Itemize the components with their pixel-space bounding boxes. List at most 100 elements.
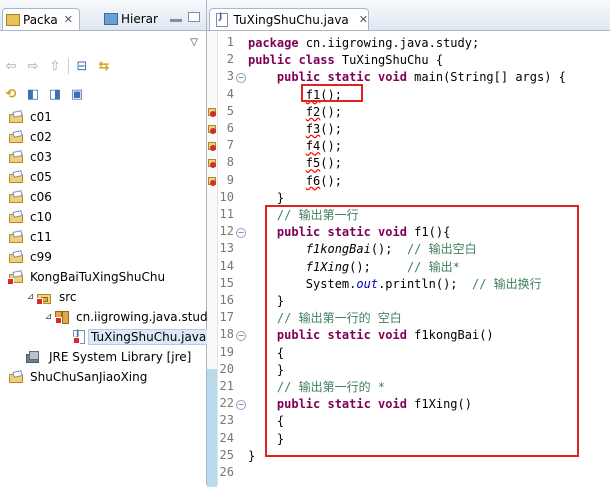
line-number: 24 bbox=[219, 430, 234, 445]
editor-tab-label: TuXingShuChu.java bbox=[233, 12, 349, 27]
code-area[interactable]: package cn.iigrowing.java.study; public c… bbox=[248, 31, 610, 485]
tab-package-explorer[interactable]: Packa ✕ bbox=[2, 8, 80, 30]
tree-item-label: c06 bbox=[30, 190, 52, 204]
tree-item-label: c01 bbox=[30, 110, 52, 124]
tab-label: Packa bbox=[23, 12, 58, 27]
code-line[interactable]: public static void main(String[] args) { bbox=[248, 69, 566, 86]
source-folder-icon bbox=[36, 291, 52, 305]
tree-item-label: TuXingShuChu.java bbox=[88, 329, 210, 345]
line-number: 15 bbox=[219, 275, 234, 290]
project-folder-icon bbox=[8, 251, 24, 264]
tree-item-tuxingshuchu-java[interactable]: TuXingShuChu.java bbox=[62, 328, 210, 346]
forward-icon[interactable]: ⇨ bbox=[24, 58, 42, 74]
show-members-icon[interactable]: ◧ bbox=[24, 86, 42, 102]
view-tab-bar: Packa ✕ Hierar bbox=[0, 0, 206, 31]
nav-toolbar: ⇦ ⇨ ⇧ ⊟ ⇆ bbox=[2, 58, 113, 74]
tree-item-c99[interactable]: c99 bbox=[8, 248, 56, 266]
up-icon[interactable]: ⇧ bbox=[46, 58, 64, 74]
code-line[interactable]: } bbox=[248, 431, 284, 448]
tree-item-c06[interactable]: c06 bbox=[8, 188, 56, 206]
project-folder-icon bbox=[7, 271, 24, 285]
code-line[interactable]: // 输出第一行的 空白 bbox=[248, 310, 402, 327]
code-line[interactable]: public static void f1kongBai() bbox=[248, 327, 494, 344]
back-icon[interactable]: ⇦ bbox=[2, 58, 20, 74]
code-line[interactable]: f6(); bbox=[248, 173, 342, 190]
tab-tuxingshuchu-java[interactable]: TuXingShuChu.java ✕ bbox=[209, 8, 369, 30]
line-number: 5 bbox=[226, 103, 234, 118]
code-editor: TuXingShuChu.java ✕ 123−456789101112−131… bbox=[207, 0, 610, 487]
code-line[interactable]: f1Xing(); // 输出* bbox=[248, 259, 460, 276]
tree-item-label: cn.iigrowing.java.study bbox=[76, 310, 215, 324]
java-file-icon bbox=[216, 12, 228, 27]
code-line[interactable]: // 输出第一行的 * bbox=[248, 379, 385, 396]
tree-item-kongbaituxingshuchu[interactable]: KongBaiTuXingShuChu bbox=[7, 268, 169, 286]
package-explorer-icon bbox=[6, 13, 20, 26]
tree-item-c03[interactable]: c03 bbox=[8, 148, 56, 166]
project-folder-icon bbox=[8, 131, 24, 144]
code-line[interactable]: package cn.iigrowing.java.study; bbox=[248, 35, 479, 52]
error-badge-icon bbox=[7, 277, 14, 285]
line-number: 4 bbox=[226, 86, 234, 101]
code-line[interactable]: f4(); bbox=[248, 138, 342, 155]
code-line[interactable]: f5(); bbox=[248, 155, 342, 172]
tree-item-cn-iigrowing-java-study[interactable]: ⊿ cn.iigrowing.java.study bbox=[44, 308, 219, 326]
code-line[interactable]: } bbox=[248, 293, 284, 310]
tree-item-c05[interactable]: c05 bbox=[8, 168, 56, 186]
sync-icon[interactable]: ⟲ bbox=[2, 86, 20, 102]
code-line[interactable]: public static void f1Xing() bbox=[248, 396, 472, 413]
tree-item-jre-system-library-jre[interactable]: JRE System Library [jre] bbox=[26, 348, 195, 366]
package-filter-icon[interactable]: ◨ bbox=[46, 86, 64, 102]
tree-item-src[interactable]: ⊿ src bbox=[26, 288, 81, 306]
tree-item-label: c03 bbox=[30, 150, 52, 164]
fold-toggle-icon[interactable]: − bbox=[236, 400, 246, 411]
view-menu-icon[interactable]: ▽ bbox=[190, 37, 198, 48]
line-number: 9 bbox=[226, 172, 234, 187]
package-icon bbox=[55, 310, 69, 324]
tree-item-c10[interactable]: c10 bbox=[8, 208, 56, 226]
maximize-icon[interactable] bbox=[188, 12, 200, 22]
code-line[interactable]: System.out.println(); // 输出换行 bbox=[248, 276, 542, 293]
tab-label: Hierar bbox=[121, 12, 158, 26]
code-line[interactable]: } bbox=[248, 190, 284, 207]
code-line[interactable]: public class TuXingShuChu { bbox=[248, 52, 443, 69]
code-line[interactable]: } bbox=[248, 362, 284, 379]
tree-item-c02[interactable]: c02 bbox=[8, 128, 56, 146]
expand-icon[interactable]: ⊿ bbox=[44, 312, 53, 322]
code-line[interactable]: } bbox=[248, 448, 255, 465]
tree-item-c01[interactable]: c01 bbox=[8, 108, 56, 126]
tree-item-label: c02 bbox=[30, 130, 52, 144]
tree-item-shuchusanjiaoxing[interactable]: ShuChuSanJiaoXing bbox=[8, 368, 151, 386]
editor-body[interactable]: 1 2 3−4 5 6 7 8 9 10 11 12−13 14 15 16 17 18−19 20 21 22−2… bbox=[207, 31, 610, 487]
editor-tab-bar: TuXingShuChu.java ✕ bbox=[207, 0, 610, 31]
link-with-editor-icon[interactable]: ⇆ bbox=[95, 58, 113, 74]
code-line[interactable]: { bbox=[248, 413, 284, 430]
fold-toggle-icon[interactable]: − bbox=[236, 331, 246, 342]
code-line[interactable]: // 输出第一行 bbox=[248, 207, 359, 224]
fold-toggle-icon[interactable]: − bbox=[236, 228, 246, 239]
code-line[interactable]: { bbox=[248, 345, 284, 362]
tab-hierarchy[interactable]: Hierar bbox=[102, 8, 164, 30]
code-line[interactable]: f1kongBai(); // 输出空白 bbox=[248, 241, 477, 258]
working-set-toolbar: ⟲ ◧ ◨ ▣ bbox=[2, 86, 86, 102]
tree-item-label: src bbox=[59, 290, 77, 304]
code-line[interactable]: f3(); bbox=[248, 121, 342, 138]
tree-item-c11[interactable]: c11 bbox=[8, 228, 56, 246]
error-badge-icon bbox=[73, 337, 80, 344]
expand-icon[interactable]: ⊿ bbox=[26, 292, 35, 302]
library-icon bbox=[26, 350, 42, 364]
close-icon[interactable]: ✕ bbox=[64, 13, 73, 26]
code-line[interactable]: public static void f1(){ bbox=[248, 224, 450, 241]
fold-toggle-icon[interactable]: − bbox=[236, 73, 246, 84]
filter-icon[interactable]: ▣ bbox=[68, 86, 86, 102]
line-number: 20 bbox=[219, 361, 234, 376]
line-number-gutter: 1 2 3−4 5 6 7 8 9 10 11 12−13 14 15 16 17 18−19 20 21 22−2… bbox=[218, 31, 246, 485]
tree-item-label: c11 bbox=[30, 230, 52, 244]
line-number: 3 bbox=[226, 69, 234, 84]
collapse-all-icon[interactable]: ⊟ bbox=[73, 58, 91, 74]
line-number: 26 bbox=[219, 465, 234, 479]
code-line[interactable]: f1(); bbox=[248, 87, 342, 104]
minimize-icon[interactable] bbox=[170, 19, 182, 22]
project-folder-icon bbox=[8, 171, 24, 184]
close-icon[interactable]: ✕ bbox=[359, 13, 368, 26]
code-line[interactable]: f2(); bbox=[248, 104, 342, 121]
